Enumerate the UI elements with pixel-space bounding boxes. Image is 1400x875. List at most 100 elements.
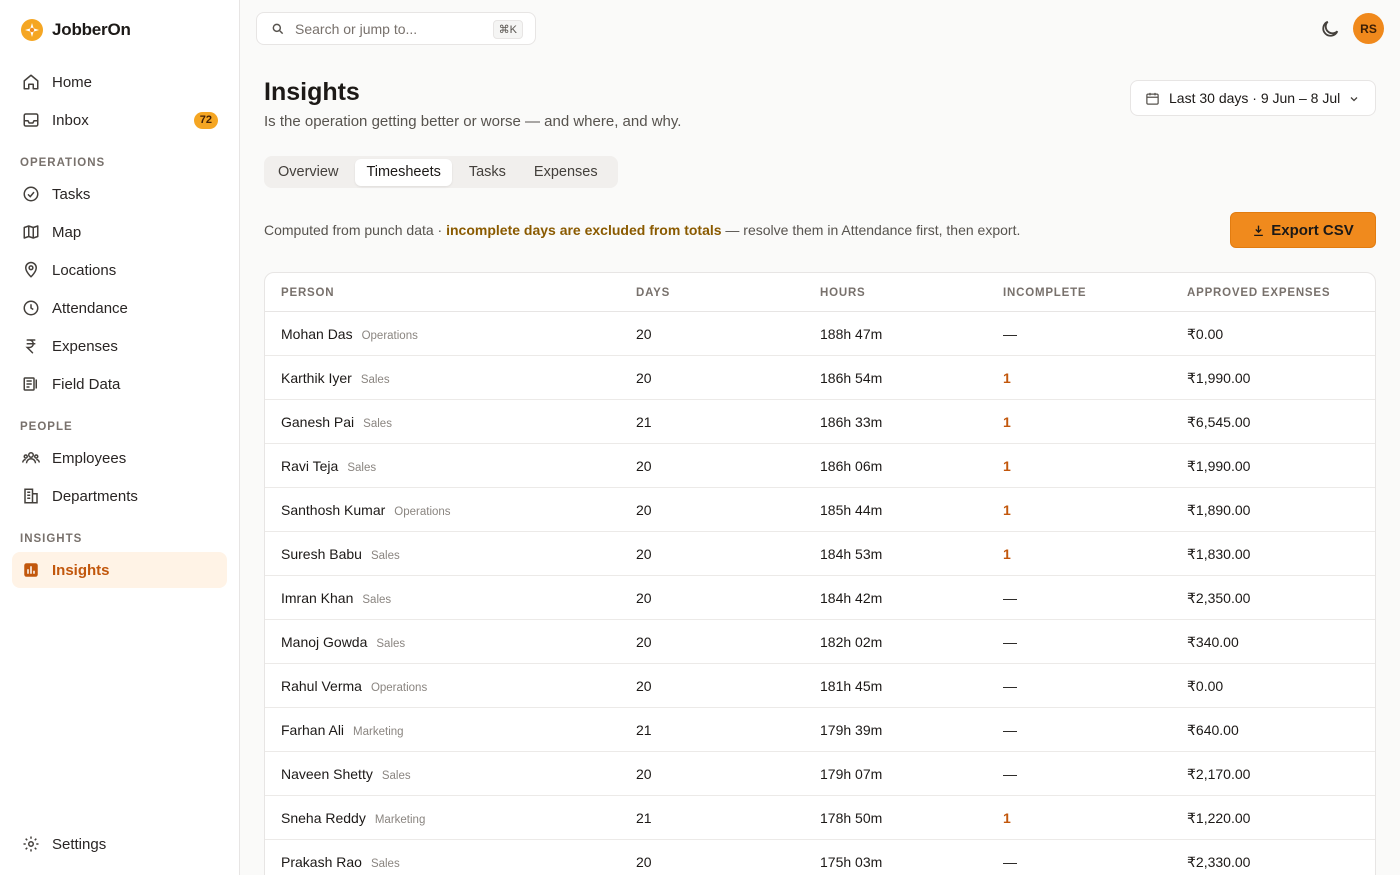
- tab-overview[interactable]: Overview: [267, 159, 349, 186]
- tab-timesheets[interactable]: Timesheets: [355, 158, 452, 186]
- user-avatar[interactable]: RS: [1353, 13, 1384, 44]
- export-label: Export CSV: [1271, 221, 1354, 239]
- hours-cell: 179h 39m: [820, 722, 883, 738]
- sidebar-item-inbox[interactable]: Inbox 72: [12, 102, 227, 138]
- sidebar-item-field-data[interactable]: Field Data: [12, 366, 227, 402]
- person-name[interactable]: Rahul Verma: [281, 678, 362, 694]
- table-row[interactable]: Imran Khan Sales 20 184h 42m — ₹2,350.00: [265, 576, 1375, 620]
- expenses-cell: ₹1,220.00: [1187, 810, 1251, 826]
- person-name[interactable]: Farhan Ali: [281, 722, 344, 738]
- table-row[interactable]: Manoj Gowda Sales 20 182h 02m — ₹340.00: [265, 620, 1375, 664]
- search-bar[interactable]: ⌘K: [256, 12, 536, 45]
- person-name[interactable]: Naveen Shetty: [281, 766, 373, 782]
- days-cell: 20: [636, 502, 652, 518]
- sidebar-item-home[interactable]: Home: [12, 64, 227, 100]
- table-header: PERSON DAYS HOURS INCOMPLETE APPROVED EX…: [265, 273, 1375, 312]
- section-label-operations: OPERATIONS: [20, 157, 106, 169]
- person-name[interactable]: Karthik Iyer: [281, 370, 352, 386]
- person-name[interactable]: Mohan Das: [281, 326, 353, 342]
- search-input[interactable]: [295, 20, 485, 37]
- date-range-picker[interactable]: Last 30 days · 9 Jun – 8 Jul: [1130, 80, 1376, 116]
- table-row[interactable]: Sneha Reddy Marketing 21 178h 50m 1 ₹1,220.00: [265, 796, 1375, 840]
- search-icon: [272, 23, 284, 34]
- department-tag: Operations: [361, 330, 418, 342]
- table-row[interactable]: Mohan Das Operations 20 188h 47m — ₹0.00: [265, 312, 1375, 356]
- column-header-days[interactable]: DAYS: [636, 287, 670, 299]
- person-name[interactable]: Prakash Rao: [281, 854, 362, 870]
- home-icon: [22, 73, 40, 91]
- person-name[interactable]: Sneha Reddy: [281, 810, 366, 826]
- hours-cell: 175h 03m: [820, 854, 883, 870]
- theme-toggle-button[interactable]: [1319, 18, 1341, 40]
- column-header-person[interactable]: PERSON: [281, 287, 334, 299]
- days-cell: 20: [636, 590, 652, 606]
- sidebar-item-tasks[interactable]: Tasks: [12, 176, 227, 212]
- sidebar: JobberOn Home Inbox 72 OPERATIONS Tasks …: [0, 0, 240, 875]
- pin-icon: [22, 261, 40, 279]
- timesheets-table: PERSON DAYS HOURS INCOMPLETE APPROVED EX…: [264, 272, 1376, 875]
- sidebar-item-locations[interactable]: Locations: [12, 252, 227, 288]
- table-row[interactable]: Prakash Rao Sales 20 175h 03m — ₹2,330.00: [265, 840, 1375, 875]
- brand[interactable]: JobberOn: [20, 18, 131, 42]
- person-cell: Manoj Gowda Sales: [281, 634, 405, 650]
- person-cell: Mohan Das Operations: [281, 326, 418, 342]
- incomplete-cell: —: [1003, 634, 1017, 650]
- person-cell: Rahul Verma Operations: [281, 678, 427, 694]
- person-cell: Santhosh Kumar Operations: [281, 502, 451, 518]
- table-row[interactable]: Santhosh Kumar Operations 20 185h 44m 1 ₹1,89…: [265, 488, 1375, 532]
- person-name[interactable]: Ravi Teja: [281, 458, 338, 474]
- users-icon: [22, 449, 40, 467]
- table-row[interactable]: Suresh Babu Sales 20 184h 53m 1 ₹1,830.00: [265, 532, 1375, 576]
- sidebar-item-label: Attendance: [52, 299, 128, 317]
- section-label-insights: INSIGHTS: [20, 533, 83, 545]
- table-row[interactable]: Ganesh Pai Sales 21 186h 33m 1 ₹6,545.00: [265, 400, 1375, 444]
- sidebar-item-insights[interactable]: Insights: [12, 552, 227, 588]
- incomplete-cell: 1: [1003, 370, 1011, 386]
- hours-cell: 178h 50m: [820, 810, 883, 826]
- sidebar-item-expenses[interactable]: Expenses: [12, 328, 227, 364]
- sidebar-item-attendance[interactable]: Attendance: [12, 290, 227, 326]
- days-cell: 20: [636, 634, 652, 650]
- column-header-incomplete[interactable]: INCOMPLETE: [1003, 287, 1086, 299]
- incomplete-cell: —: [1003, 766, 1017, 782]
- person-name[interactable]: Santhosh Kumar: [281, 502, 385, 518]
- rupee-icon: [22, 337, 40, 355]
- table-row[interactable]: Ravi Teja Sales 20 186h 06m 1 ₹1,990.00: [265, 444, 1375, 488]
- sidebar-item-label: Field Data: [52, 375, 121, 393]
- sidebar-item-employees[interactable]: Employees: [12, 440, 227, 476]
- person-name[interactable]: Imran Khan: [281, 590, 353, 606]
- table-row[interactable]: Farhan Ali Marketing 21 179h 39m — ₹640.00: [265, 708, 1375, 752]
- inbox-icon: [22, 111, 40, 129]
- sidebar-item-departments[interactable]: Departments: [12, 478, 227, 514]
- hours-cell: 186h 06m: [820, 458, 883, 474]
- incomplete-cell: 1: [1003, 546, 1011, 562]
- expenses-cell: ₹0.00: [1187, 326, 1224, 342]
- expenses-cell: ₹0.00: [1187, 678, 1224, 694]
- department-tag: Sales: [370, 550, 400, 562]
- notice-prefix: Computed from punch data ·: [264, 222, 447, 238]
- column-header-hours[interactable]: HOURS: [820, 287, 866, 299]
- shortcut-hint: ⌘K: [492, 20, 523, 39]
- person-name[interactable]: Suresh Babu: [281, 546, 362, 562]
- sidebar-item-settings[interactable]: Settings: [12, 826, 227, 862]
- days-cell: 20: [636, 326, 652, 342]
- person-name[interactable]: Manoj Gowda: [281, 634, 367, 650]
- table-row[interactable]: Karthik Iyer Sales 20 186h 54m 1 ₹1,990.00: [265, 356, 1375, 400]
- days-cell: 21: [636, 414, 652, 430]
- sidebar-item-label: Insights: [52, 561, 110, 579]
- sidebar-item-map[interactable]: Map: [12, 214, 227, 250]
- hours-cell: 186h 54m: [820, 370, 883, 386]
- column-header-approved-expenses[interactable]: APPROVED EXPENSES: [1187, 287, 1330, 299]
- calendar-icon: [1146, 92, 1159, 105]
- table-row[interactable]: Naveen Shetty Sales 20 179h 07m — ₹2,170.00: [265, 752, 1375, 796]
- days-cell: 20: [636, 678, 652, 694]
- export-csv-button[interactable]: Export CSV: [1230, 212, 1376, 248]
- table-row[interactable]: Rahul Verma Operations 20 181h 45m — ₹0.00: [265, 664, 1375, 708]
- department-tag: Marketing: [353, 726, 404, 738]
- tab-tasks[interactable]: Tasks: [458, 159, 517, 186]
- person-name[interactable]: Ganesh Pai: [281, 414, 354, 430]
- notice-highlight: incomplete days are excluded from totals: [446, 222, 722, 238]
- department-tag: Sales: [381, 770, 411, 782]
- incomplete-cell: 1: [1003, 810, 1011, 826]
- tab-expenses[interactable]: Expenses: [523, 159, 609, 186]
